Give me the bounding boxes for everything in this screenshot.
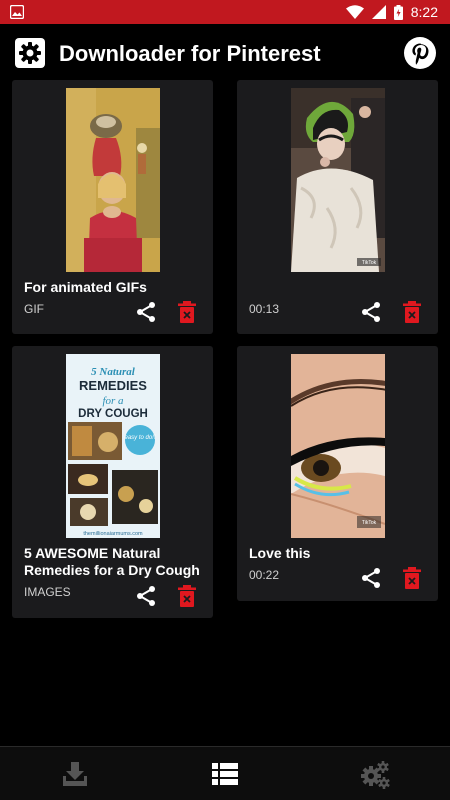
app-bar: Downloader for Pinterest: [0, 24, 450, 80]
nav-downloads-button[interactable]: [60, 759, 90, 789]
download-icon: [63, 762, 87, 786]
thumbnail-image: TikTok: [291, 88, 385, 272]
battery-charging-icon: [393, 4, 403, 20]
delete-icon: [403, 301, 421, 323]
media-card[interactable]: For animated GIFs GIF: [12, 80, 213, 334]
nav-settings-button[interactable]: [360, 759, 390, 789]
page-title: Downloader for Pinterest: [59, 41, 321, 66]
list-icon: [212, 763, 238, 785]
card-duration: 00:22: [249, 568, 280, 582]
delete-button[interactable]: [401, 300, 423, 324]
tiktok-watermark: TikTok: [362, 520, 377, 526]
signal-icon: [371, 5, 386, 19]
video-thumbnail[interactable]: TikTok: [291, 354, 385, 538]
delete-button[interactable]: [176, 584, 198, 608]
bottom-navigation: [0, 746, 450, 800]
card-title: Love this: [249, 545, 311, 561]
wifi-icon: [345, 5, 364, 19]
media-card[interactable]: TikTok Love this 00:22: [237, 346, 438, 601]
nav-list-button[interactable]: [210, 759, 240, 789]
media-card[interactable]: TikTok 00:13: [237, 80, 438, 334]
thumbnail-text: 5 Natural: [91, 366, 136, 378]
status-time: 8:22: [410, 4, 438, 20]
card-type-label: GIF: [24, 302, 44, 316]
settings-icon: [15, 38, 45, 68]
gears-icon: [361, 761, 390, 789]
delete-button[interactable]: [401, 566, 423, 590]
settings-button[interactable]: [15, 38, 45, 68]
image-thumbnail[interactable]: 5 Natural REMEDIES for a DRY COUGH easy …: [66, 354, 160, 538]
thumbnail-badge: easy to do!!: [124, 435, 155, 441]
thumbnail-footer: themillionaiarmums.com: [83, 531, 143, 537]
card-type-label: IMAGES: [24, 585, 71, 599]
card-title: For animated GIFs: [24, 279, 147, 295]
thumbnail-image: TikTok: [291, 354, 385, 538]
share-button[interactable]: [134, 584, 158, 608]
delete-icon: [178, 585, 196, 607]
card-duration: 00:13: [249, 302, 280, 316]
share-icon: [137, 586, 155, 606]
video-thumbnail[interactable]: TikTok: [291, 88, 385, 272]
share-button[interactable]: [359, 300, 383, 324]
delete-icon: [178, 301, 196, 323]
delete-icon: [403, 567, 421, 589]
share-icon: [362, 568, 380, 588]
media-card[interactable]: 5 Natural REMEDIES for a DRY COUGH easy …: [12, 346, 213, 618]
gif-thumbnail[interactable]: [66, 88, 160, 272]
pinterest-icon: [404, 37, 436, 69]
thumbnail-image: [66, 88, 160, 272]
thumbnail-text: REMEDIES: [79, 378, 147, 393]
card-title: 5 AWESOME Natural Remedies for a Dry Cou…: [24, 545, 200, 578]
pinterest-button[interactable]: [404, 37, 436, 69]
share-button[interactable]: [134, 300, 158, 324]
status-bar: 8:22: [0, 0, 450, 24]
share-button[interactable]: [359, 566, 383, 590]
share-icon: [362, 302, 380, 322]
image-icon: [10, 5, 24, 19]
delete-button[interactable]: [176, 300, 198, 324]
thumbnail-image: 5 Natural REMEDIES for a DRY COUGH easy …: [66, 354, 160, 538]
tiktok-watermark: TikTok: [362, 260, 377, 266]
share-icon: [137, 302, 155, 322]
thumbnail-text: for a: [102, 395, 124, 407]
thumbnail-text: DRY COUGH: [78, 408, 148, 420]
